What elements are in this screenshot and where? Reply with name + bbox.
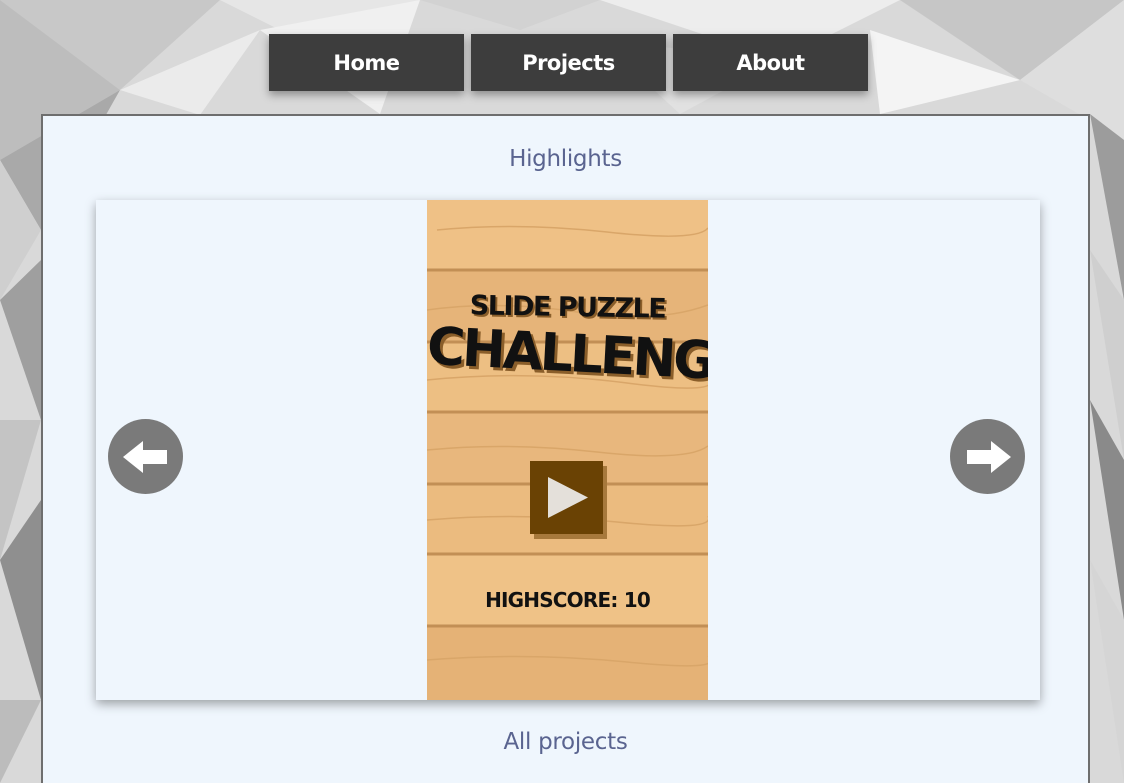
all-projects-heading: All projects bbox=[503, 729, 628, 755]
nav-projects-button[interactable]: Projects bbox=[471, 34, 666, 91]
highlights-carousel: SLIDE PUZZLE CHALLENGE HIGHSCORE: 10 bbox=[96, 200, 1040, 700]
carousel-next-button[interactable] bbox=[950, 419, 1025, 494]
main-nav: Home Projects About bbox=[269, 34, 868, 91]
play-icon bbox=[548, 477, 588, 518]
slide-puzzle-screenshot[interactable]: SLIDE PUZZLE CHALLENGE HIGHSCORE: 10 bbox=[427, 200, 708, 700]
arrow-right-icon bbox=[966, 440, 1011, 473]
arrow-left-icon bbox=[122, 440, 167, 473]
wood-planks-icon bbox=[427, 200, 708, 700]
highlights-heading: Highlights bbox=[509, 146, 622, 172]
content-panel: Highlights SLIDE PUZZLE CHALLENGE HIGHSC… bbox=[41, 114, 1090, 783]
nav-about-button[interactable]: About bbox=[673, 34, 868, 91]
highscore-text: HIGHSCORE: 10 bbox=[485, 588, 651, 612]
play-button[interactable] bbox=[530, 461, 603, 534]
carousel-prev-button[interactable] bbox=[108, 419, 183, 494]
nav-home-button[interactable]: Home bbox=[269, 34, 464, 91]
